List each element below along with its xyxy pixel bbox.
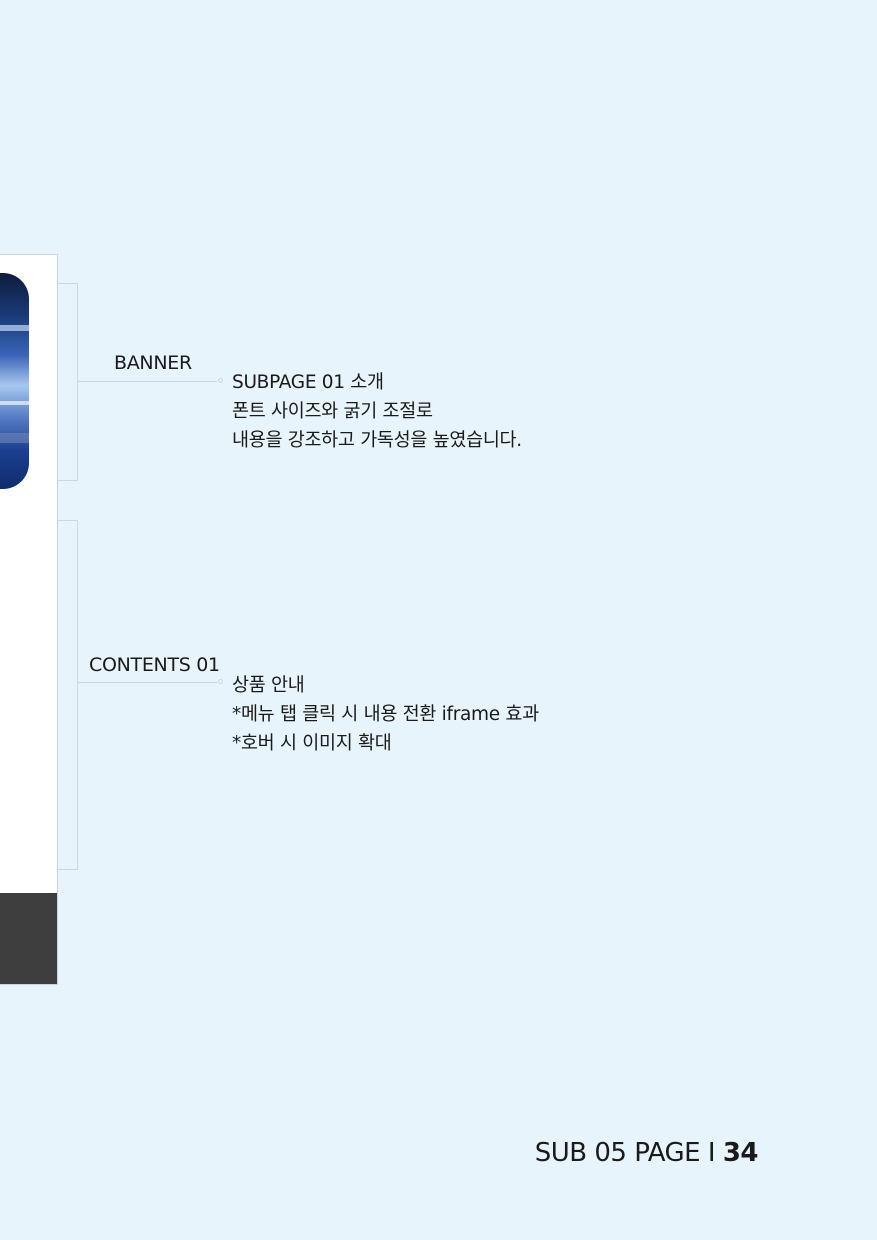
contents-description-line: *메뉴 탭 클릭 시 내용 전환 iframe 효과 xyxy=(232,704,539,725)
page-mockup-preview xyxy=(0,254,58,985)
banner-bracket xyxy=(58,283,78,481)
banner-description-line: SUBPAGE 01 소개 xyxy=(232,372,384,393)
contents-bracket xyxy=(58,520,78,870)
page-footer: SUB 05 PAGE I 34 xyxy=(534,1138,759,1168)
contents-label: CONTENTS 01 xyxy=(89,654,220,676)
banner-image-preview xyxy=(0,273,29,489)
page-label: SUB 05 PAGE I xyxy=(534,1138,723,1168)
contents-description-line: *호버 시 이미지 확대 xyxy=(232,733,392,754)
mockup-footer-block xyxy=(0,893,57,984)
page-number: 34 xyxy=(722,1138,759,1168)
banner-connector-line xyxy=(78,378,223,383)
banner-label: BANNER xyxy=(114,352,192,374)
banner-description: SUBPAGE 01 소개 폰트 사이즈와 굵기 조절로 내용을 강조하고 가독… xyxy=(232,368,522,455)
banner-description-line: 폰트 사이즈와 굵기 조절로 xyxy=(232,401,433,422)
banner-description-line: 내용을 강조하고 가독성을 높였습니다. xyxy=(232,430,522,451)
contents-description: 상품 안내 *메뉴 탭 클릭 시 내용 전환 iframe 효과 *호버 시 이… xyxy=(232,671,539,758)
contents-connector-line xyxy=(78,679,223,684)
contents-description-line: 상품 안내 xyxy=(232,675,305,696)
